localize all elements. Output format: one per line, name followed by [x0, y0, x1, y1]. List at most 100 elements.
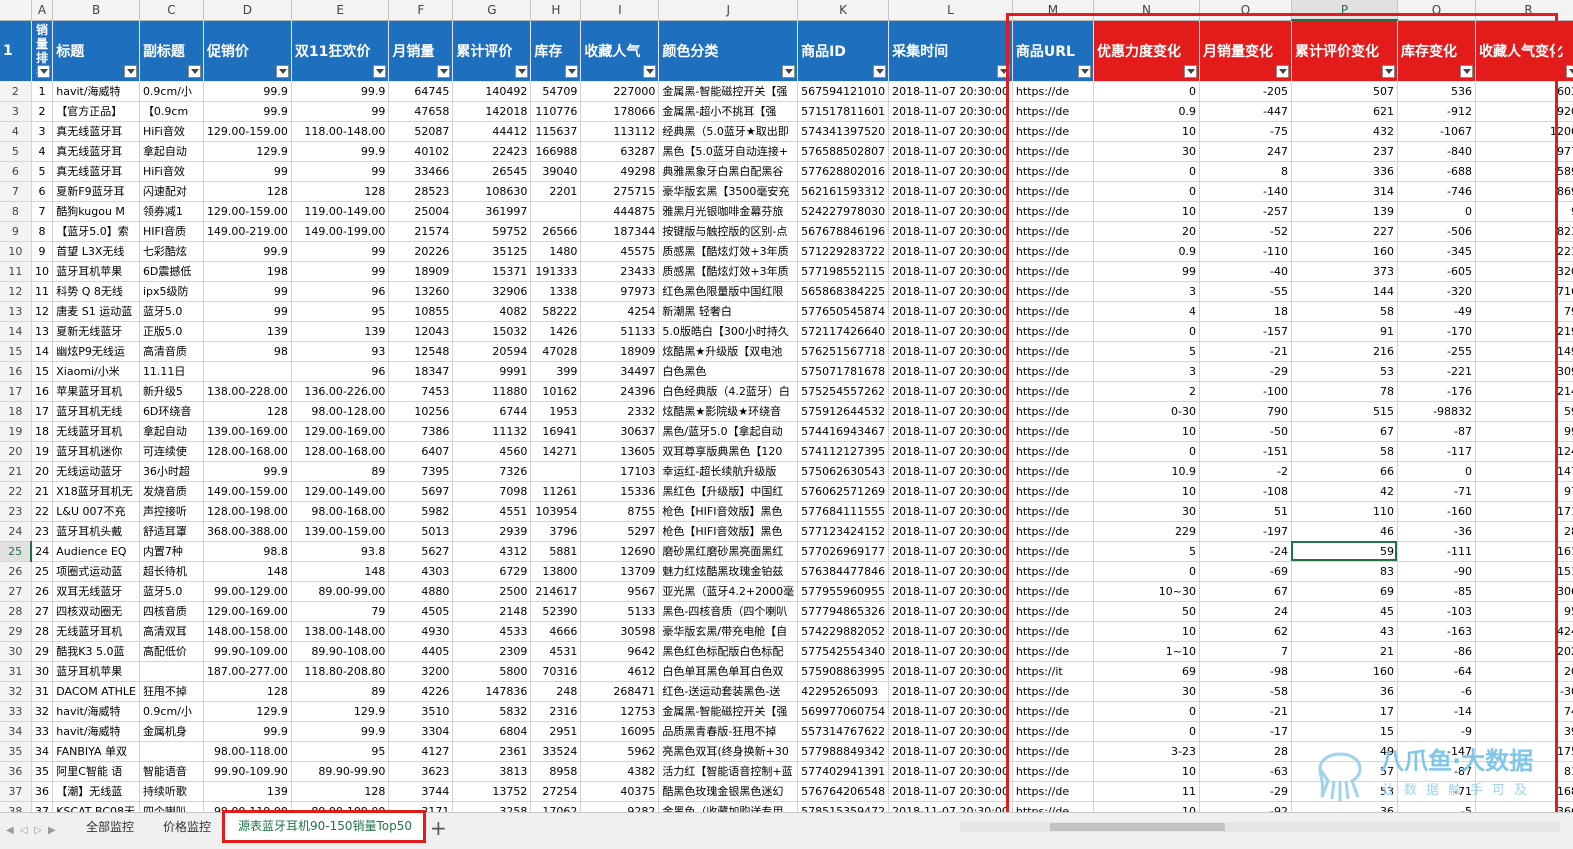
cell[interactable]: 2500 [452, 581, 532, 602]
cell[interactable]: 99 [1475, 421, 1573, 442]
cell[interactable]: 44412 [452, 121, 532, 142]
row-number[interactable]: 33 [0, 701, 32, 722]
cell[interactable]: 51133 [580, 321, 660, 342]
cell[interactable]: 128 [291, 181, 390, 202]
cell[interactable]: https://de [1012, 81, 1094, 102]
cell[interactable]: 2148 [452, 601, 532, 622]
cell[interactable]: 科势 Q 8无线 [52, 281, 140, 302]
cell[interactable]: 790 [1199, 401, 1292, 422]
cell[interactable]: 14 [31, 341, 54, 362]
cell[interactable]: 30 [1093, 141, 1200, 162]
cell[interactable]: 1953 [530, 401, 582, 422]
cell[interactable]: 129.9 [203, 141, 292, 162]
cell[interactable]: 4505 [388, 601, 454, 622]
cell[interactable]: https://de [1012, 341, 1094, 362]
cell[interactable]: 0 [1397, 461, 1476, 482]
cell[interactable]: 3623 [388, 761, 454, 782]
cell[interactable]: -140 [1199, 181, 1292, 202]
cell[interactable]: 28 [1475, 521, 1573, 542]
cell[interactable]: 7 [31, 201, 54, 222]
cell[interactable]: 17103 [580, 461, 660, 482]
cell[interactable]: 持续听歌 [139, 781, 204, 802]
row-number[interactable]: 31 [0, 661, 32, 682]
cell[interactable]: 0 [1093, 321, 1200, 342]
cell[interactable]: 113112 [580, 121, 660, 142]
filter-dropdown-icon[interactable] [643, 64, 657, 78]
cell[interactable]: -157 [1199, 321, 1292, 342]
cell[interactable]: 12690 [580, 541, 660, 562]
cell[interactable]: -29 [1199, 361, 1292, 382]
cell[interactable]: 103954 [530, 501, 582, 522]
cell[interactable]: 129.9 [291, 701, 390, 722]
column-letter-h[interactable]: H [530, 0, 582, 21]
cell[interactable]: 99 [203, 301, 292, 322]
cell[interactable]: 515 [1291, 401, 1398, 422]
cell[interactable]: 2201 [530, 181, 582, 202]
cell[interactable]: 5982 [388, 501, 454, 522]
cell[interactable]: 0 [1093, 161, 1200, 182]
filter-dropdown-icon[interactable] [37, 64, 51, 78]
cell[interactable]: 2018-11-07 20:30:00 [888, 521, 1013, 542]
cell[interactable]: 89 [291, 681, 390, 702]
cell[interactable]: 蓝牙5.0 [139, 301, 204, 322]
cell[interactable]: 声控接听 [139, 501, 204, 522]
cell[interactable]: 99.9 [203, 461, 292, 482]
cell[interactable]: 13 [31, 321, 54, 342]
cell[interactable]: 2018-11-07 20:30:00 [888, 781, 1013, 802]
cell[interactable]: 2316 [530, 701, 582, 722]
cell[interactable]: 17 [1291, 701, 1398, 722]
cell[interactable]: -100 [1199, 381, 1292, 402]
cell[interactable]: 2018-11-07 20:30:00 [888, 441, 1013, 462]
cell[interactable]: 6407 [388, 441, 454, 462]
cell[interactable]: 0.9cm/小 [139, 701, 204, 722]
cell[interactable]: 0 [1093, 701, 1200, 722]
cell[interactable]: 15 [1291, 721, 1398, 742]
cell[interactable]: 4 [31, 141, 54, 162]
cell[interactable]: 45 [1291, 601, 1398, 622]
cell[interactable]: 品质黑青春版-狂甩不掉 [658, 721, 799, 742]
cell[interactable]: 磨砂黑红磨砂黑亮面黑红 [658, 541, 799, 562]
cell[interactable]: 白色单耳黑色单耳白色双 [658, 661, 799, 682]
cell[interactable]: 0.9 [1093, 241, 1200, 262]
cell[interactable]: 575071781678 [797, 361, 890, 382]
cell[interactable]: 36小时超 [139, 461, 204, 482]
cell[interactable]: -688 [1397, 161, 1476, 182]
cell[interactable]: -345 [1397, 241, 1476, 262]
cell[interactable]: 15336 [580, 481, 660, 502]
cell[interactable]: 47028 [530, 341, 582, 362]
cell[interactable]: 621 [1291, 101, 1398, 122]
cell[interactable]: 11880 [452, 381, 532, 402]
cell[interactable]: 19 [31, 441, 54, 462]
cell[interactable]: 49 [1291, 741, 1398, 762]
cell[interactable]: 571517811601 [797, 101, 890, 122]
cell[interactable]: 99.9 [203, 241, 292, 262]
cell[interactable]: 576384477846 [797, 561, 890, 582]
cell[interactable]: 96 [291, 281, 390, 302]
cell[interactable]: 2018-11-07 20:30:00 [888, 101, 1013, 122]
cell[interactable]: -6 [1397, 681, 1476, 702]
cell[interactable]: 577198552115 [797, 261, 890, 282]
cell[interactable]: 99 [1093, 261, 1200, 282]
cell[interactable]: 95 [291, 301, 390, 322]
row-number[interactable]: 16 [0, 361, 32, 382]
cell[interactable]: 565868384225 [797, 281, 890, 302]
cell[interactable]: 98.8 [203, 541, 292, 562]
cell[interactable]: 蓝牙耳机无线 [52, 401, 140, 422]
cell[interactable]: 5 [1093, 341, 1200, 362]
cell[interactable]: 枪色【HIFI音效版】黑色 [658, 521, 799, 542]
cell[interactable]: -71 [1397, 481, 1476, 502]
cell[interactable]: 真无线蓝牙耳 [52, 161, 140, 182]
cell[interactable]: 171 [1475, 501, 1573, 522]
cell[interactable]: 舒适耳罩 [139, 521, 204, 542]
row-number[interactable]: 37 [0, 781, 32, 802]
cell[interactable]: 5013 [388, 521, 454, 542]
cell[interactable]: 5800 [452, 661, 532, 682]
cell[interactable]: 2018-11-07 20:30:00 [888, 461, 1013, 482]
data-table[interactable]: ABCDEFGHIJKLMNOPQRS 1销量排名标题 副标题 促销价 双11狂欢价 月… [0, 0, 1573, 812]
cell[interactable]: https://de [1012, 181, 1094, 202]
cell[interactable]: 20 [1093, 221, 1200, 242]
cell[interactable]: 577650545874 [797, 301, 890, 322]
cell[interactable]: 质感黑【酷炫灯效+3年质 [658, 261, 799, 282]
cell[interactable]: https://de [1012, 461, 1094, 482]
cell[interactable]: 30 [31, 661, 54, 682]
